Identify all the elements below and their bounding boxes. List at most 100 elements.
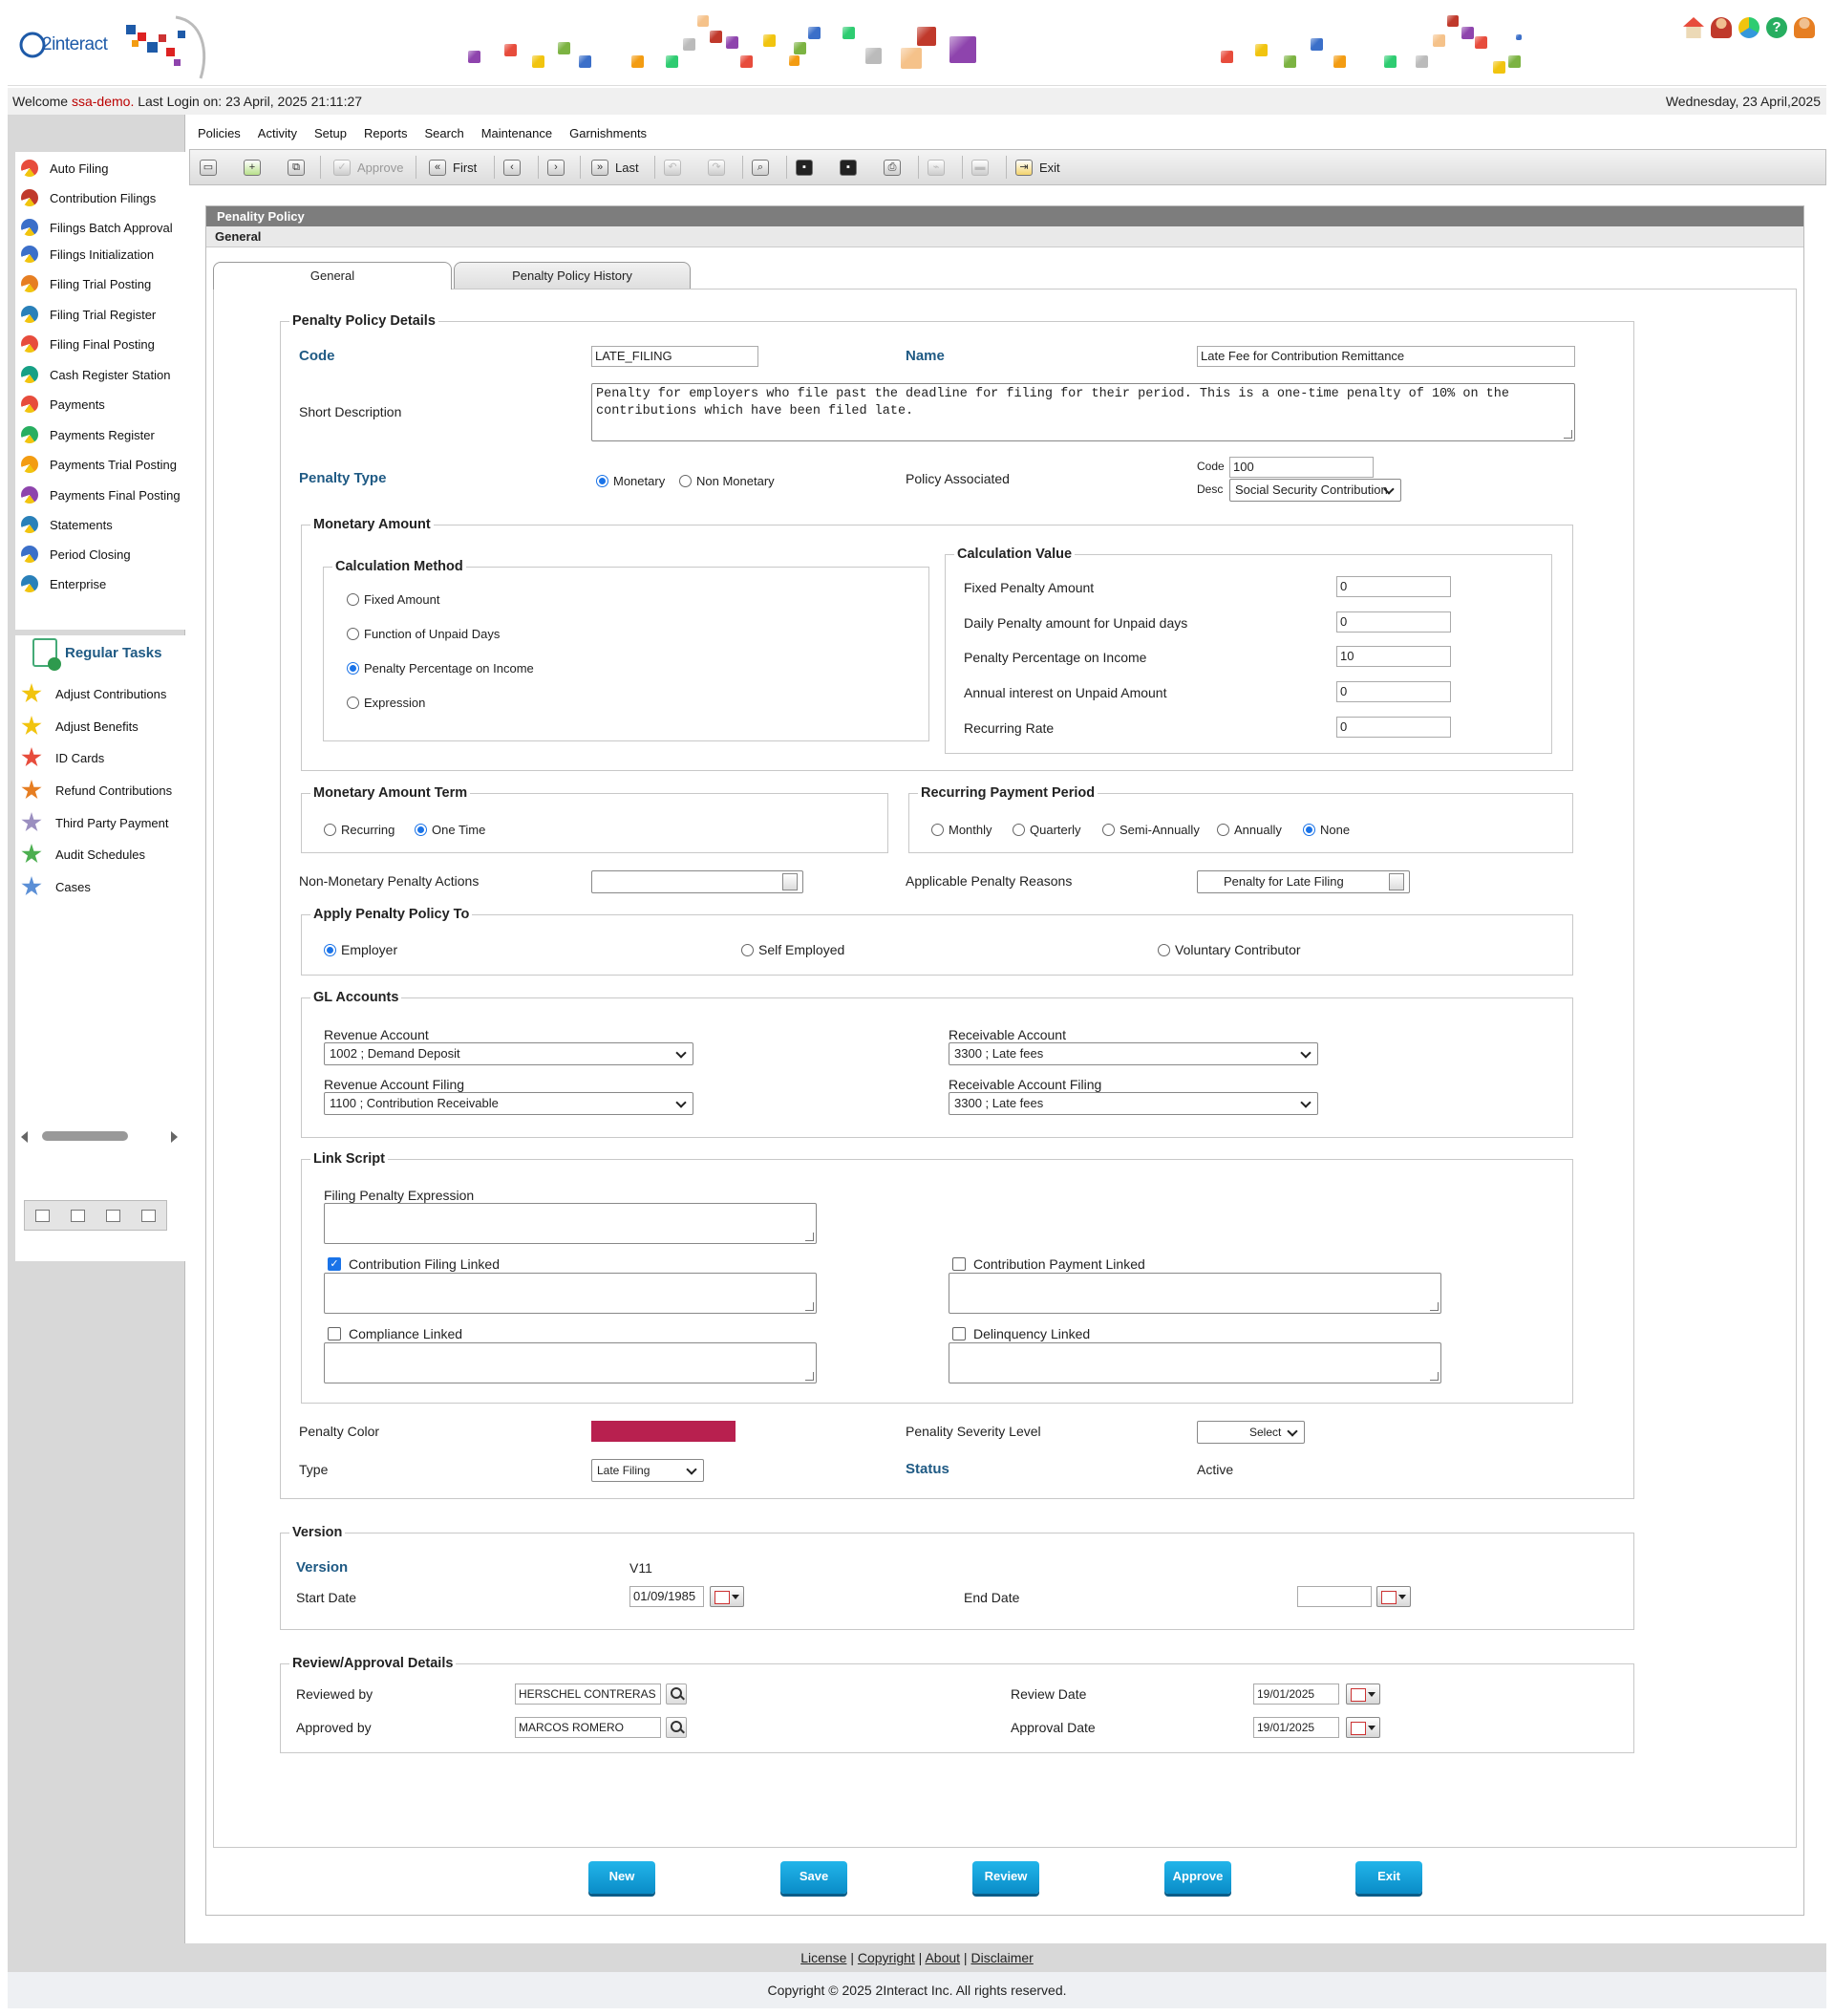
sidebar-scrollbar[interactable] (19, 1127, 180, 1145)
about-link[interactable]: About (925, 1950, 960, 1965)
logout-icon[interactable] (1794, 17, 1815, 38)
calc-method-penalty-percentage-on-income[interactable]: Penalty Percentage on Income (347, 659, 534, 676)
sidebar-item-filings-initialization[interactable]: Filings Initialization (21, 241, 154, 268)
receivable-account-select[interactable]: 3300 ; Late fees (949, 1042, 1318, 1065)
compliance-textarea[interactable] (324, 1342, 817, 1383)
calc-method-fixed-amount[interactable]: Fixed Amount (347, 590, 440, 608)
period-radio[interactable] (931, 823, 944, 836)
calc-method-radio[interactable] (347, 661, 359, 675)
term-recurring[interactable]: Recurring (324, 821, 395, 838)
contribution-payment-linked[interactable]: Contribution Payment Linked (952, 1255, 1145, 1273)
disclaimer-link[interactable]: Disclaimer (970, 1950, 1033, 1965)
radio-employer[interactable] (324, 943, 336, 956)
review-button[interactable]: Review (972, 1861, 1039, 1894)
brand-logo[interactable]: 2interact (13, 13, 210, 82)
calc-method-radio[interactable] (347, 696, 359, 709)
toolbar-next[interactable]: › (547, 158, 571, 177)
calc-value-input[interactable]: 10 (1336, 646, 1451, 667)
approved-by-search-icon[interactable] (666, 1717, 687, 1738)
approval-date-calendar-icon[interactable] (1346, 1717, 1380, 1738)
toolbar-save-all[interactable]: ▪ (840, 158, 864, 177)
filing-penalty-expression-textarea[interactable] (324, 1203, 817, 1244)
toolbar-new-doc[interactable]: ▭ (200, 158, 224, 177)
save-button[interactable]: Save (780, 1861, 847, 1894)
calc-method-function-of-unpaid-days[interactable]: Function of Unpaid Days (347, 625, 500, 642)
radio-self-employed[interactable] (741, 943, 754, 956)
policy-desc-select[interactable]: Social Security Contribution (1229, 479, 1401, 502)
view-grid-icon-1[interactable] (35, 1209, 50, 1222)
menu-maintenance[interactable]: Maintenance (473, 126, 561, 140)
toolbar-save[interactable]: ▪ (796, 158, 820, 177)
contribution-payment-checkbox[interactable] (952, 1257, 966, 1271)
calc-value-input[interactable]: 0 (1336, 717, 1451, 738)
menu-activity[interactable]: Activity (249, 126, 306, 140)
toolbar-attach[interactable]: ⌁ (928, 158, 951, 177)
help-icon[interactable]: ? (1766, 17, 1787, 38)
sidebar-item-statements[interactable]: Statements (21, 511, 113, 538)
radio-non-monetary[interactable] (679, 474, 692, 487)
compliance-checkbox[interactable] (328, 1327, 341, 1340)
tab-general[interactable]: General (213, 262, 452, 290)
non-monetary-actions-select[interactable] (591, 870, 803, 893)
short-description-textarea[interactable]: Penalty for employers who file past the … (591, 383, 1575, 441)
scroll-left-icon[interactable] (21, 1131, 28, 1143)
toolbar-copy[interactable]: ⧉ (288, 158, 311, 177)
calc-value-input[interactable]: 0 (1336, 611, 1451, 633)
sidebar-item-enterprise[interactable]: Enterprise (21, 570, 106, 597)
toolbar-first[interactable]: « First (429, 158, 477, 177)
delinquency-textarea[interactable] (949, 1342, 1441, 1383)
end-date-input[interactable] (1297, 1586, 1372, 1607)
period-radio[interactable] (1217, 823, 1229, 836)
toolbar-search[interactable]: ⌕ (752, 158, 776, 177)
end-date-calendar-icon[interactable] (1376, 1586, 1411, 1607)
home-icon[interactable] (1683, 17, 1704, 38)
toolbar-add[interactable]: + (244, 158, 267, 177)
reviewed-by-input[interactable]: HERSCHEL CONTRERAS (515, 1684, 661, 1705)
scroll-right-icon[interactable] (171, 1131, 178, 1143)
contribution-filing-textarea[interactable] (324, 1273, 817, 1314)
regular-tasks-header[interactable]: Regular Tasks (32, 638, 161, 671)
start-date-calendar-icon[interactable] (710, 1586, 744, 1607)
sidebar-item-filing-trial-posting[interactable]: Filing Trial Posting (21, 270, 151, 297)
reviewed-by-search-icon[interactable] (666, 1684, 687, 1705)
contribution-filing-checkbox[interactable]: ✓ (328, 1257, 341, 1271)
penalty-color-swatch[interactable] (591, 1421, 736, 1442)
user-profile-icon[interactable] (1711, 17, 1732, 38)
toolbar-approve[interactable]: ✓ Approve (333, 158, 403, 177)
task-item-cases[interactable]: Cases (21, 872, 91, 901)
policy-code-input[interactable]: 100 (1229, 457, 1374, 478)
sidebar-item-payments-trial-posting[interactable]: Payments Trial Posting (21, 451, 177, 478)
sidebar-item-filing-trial-register[interactable]: Filing Trial Register (21, 301, 156, 328)
apply-self-employed[interactable]: Self Employed (741, 941, 844, 958)
severity-level-select[interactable]: Select (1197, 1421, 1305, 1444)
calc-method-radio[interactable] (347, 627, 359, 640)
menu-reports[interactable]: Reports (355, 126, 416, 140)
period-radio[interactable] (1102, 823, 1115, 836)
sidebar-item-payments[interactable]: Payments (21, 391, 105, 418)
sidebar-item-payments-final-posting[interactable]: Payments Final Posting (21, 482, 181, 508)
review-date-calendar-icon[interactable] (1346, 1684, 1380, 1705)
penalty-type-monetary[interactable]: Monetary (596, 472, 665, 489)
scroll-thumb[interactable] (42, 1131, 128, 1141)
new-button[interactable]: New (588, 1861, 655, 1894)
view-grid-icon-3[interactable] (106, 1209, 120, 1222)
sidebar-item-auto-filing[interactable]: Auto Filing (21, 155, 108, 182)
type-select[interactable]: Late Filing (591, 1459, 704, 1482)
period-semi-annually[interactable]: Semi-Annually (1102, 821, 1200, 838)
license-link[interactable]: License (800, 1950, 846, 1965)
radio-monetary[interactable] (596, 474, 608, 487)
toolbar-print[interactable]: ⎙ (884, 158, 907, 177)
code-input[interactable]: LATE_FILING (591, 346, 758, 367)
sidebar-item-payments-register[interactable]: Payments Register (21, 421, 155, 448)
delinquency-checkbox[interactable] (952, 1327, 966, 1340)
menu-search[interactable]: Search (416, 126, 472, 140)
toolbar-inbox[interactable]: ▬ (971, 158, 995, 177)
contribution-payment-textarea[interactable] (949, 1273, 1441, 1314)
radio-recurring[interactable] (324, 823, 336, 836)
toolbar-prev[interactable]: ‹ (503, 158, 527, 177)
delinquency-linked[interactable]: Delinquency Linked (952, 1325, 1090, 1342)
copyright-link[interactable]: Copyright (858, 1950, 915, 1965)
sidebar-item-period-closing[interactable]: Period Closing (21, 541, 131, 568)
menu-garnishments[interactable]: Garnishments (561, 126, 655, 140)
approved-by-input[interactable]: MARCOS ROMERO (515, 1717, 661, 1738)
